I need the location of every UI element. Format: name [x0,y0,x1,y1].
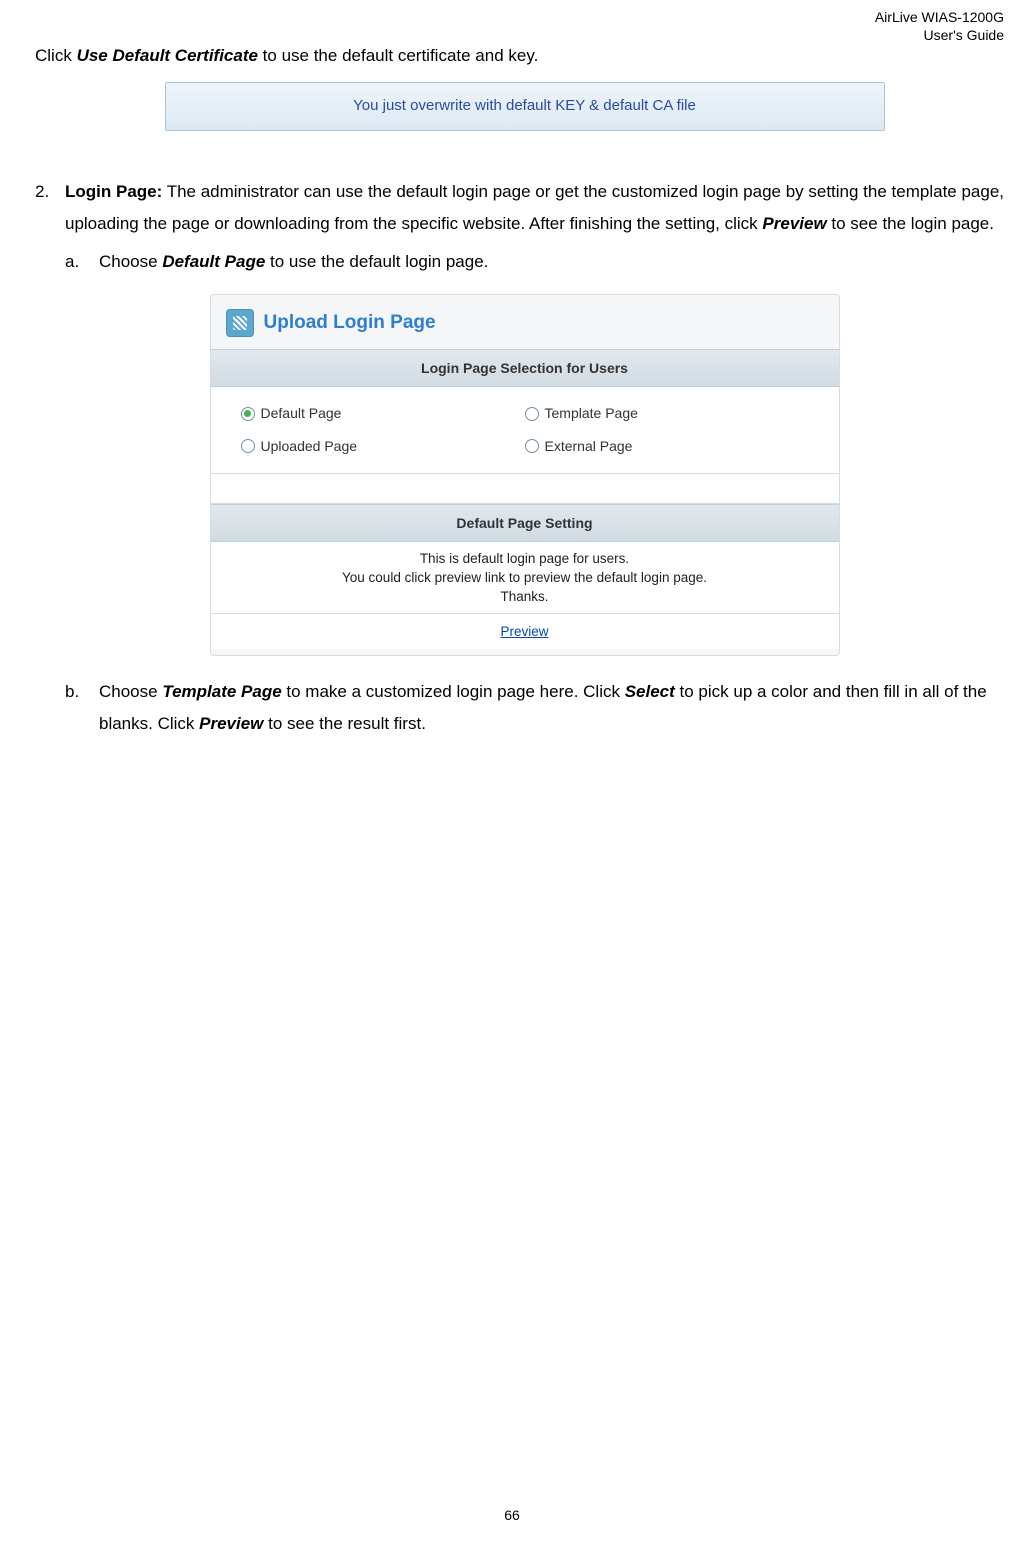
text: Choose [99,682,162,701]
text: to use the default login page. [265,252,488,271]
page-number: 66 [0,1502,1024,1529]
list-number: 2. [35,176,53,241]
paragraph-default-cert: Click Use Default Certificate to use the… [35,40,1014,72]
list-item-a: a. Choose Default Page to use the defaul… [65,246,1014,278]
list-text: Choose Default Page to use the default l… [99,246,488,278]
spacer [211,474,839,504]
radio-group: Default Page Template Page Uploaded Page… [211,387,839,473]
template-page-label: Template Page [162,682,281,701]
text: to use the default certificate and key. [258,46,538,65]
radio-icon [241,407,255,421]
section-header-selection: Login Page Selection for Users [211,349,839,388]
document-header: AirLive WIAS-1200G User's Guide [875,8,1004,44]
page-content: Click Use Default Certificate to use the… [0,0,1024,741]
radio-icon [241,439,255,453]
radio-label: External Page [545,433,633,460]
text: to see the result first. [263,714,426,733]
panel-title: Upload Login Page [264,305,436,341]
list-text: Choose Template Page to make a customize… [99,676,1014,741]
upload-icon [226,309,254,337]
text-line: Thanks. [211,588,839,607]
upload-login-page-panel: Upload Login Page Login Page Selection f… [210,294,840,656]
list-item-2: 2. Login Page: The administrator can use… [35,176,1014,241]
radio-external-page[interactable]: External Page [525,430,809,463]
preview-link[interactable]: Preview [500,624,548,639]
overwrite-notice-text: You just overwrite with default KEY & de… [353,97,696,114]
text: to see the login page. [827,214,994,233]
radio-icon [525,407,539,421]
text-line: You could click preview link to preview … [211,569,839,588]
text: Click [35,46,77,65]
login-page-label: Login Page: [65,182,162,201]
select-label: Select [625,682,675,701]
radio-template-page[interactable]: Template Page [525,397,809,430]
radio-label: Uploaded Page [261,433,358,460]
text: to make a customized login page here. Cl… [282,682,625,701]
radio-icon [525,439,539,453]
text-line: This is default login page for users. [211,550,839,569]
preview-row: Preview [211,613,839,649]
radio-label: Default Page [261,400,342,427]
radio-uploaded-page[interactable]: Uploaded Page [241,430,525,463]
product-name: AirLive WIAS-1200G [875,8,1004,26]
preview-label-inline: Preview [762,214,826,233]
list-text: Login Page: The administrator can use th… [65,176,1014,241]
radio-label: Template Page [545,400,638,427]
list-letter: b. [65,676,87,741]
radio-default-page[interactable]: Default Page [241,397,525,430]
text: Choose [99,252,162,271]
list-item-b: b. Choose Template Page to make a custom… [65,676,1014,741]
panel-title-row: Upload Login Page [211,305,839,349]
use-default-certificate-label: Use Default Certificate [77,46,258,65]
doc-title: User's Guide [875,26,1004,44]
overwrite-notice-box: You just overwrite with default KEY & de… [165,82,885,131]
default-setting-text: This is default login page for users. Yo… [211,542,839,613]
section-header-default-setting: Default Page Setting [211,504,839,543]
preview-label-inline: Preview [199,714,263,733]
list-letter: a. [65,246,87,278]
default-page-label: Default Page [162,252,265,271]
